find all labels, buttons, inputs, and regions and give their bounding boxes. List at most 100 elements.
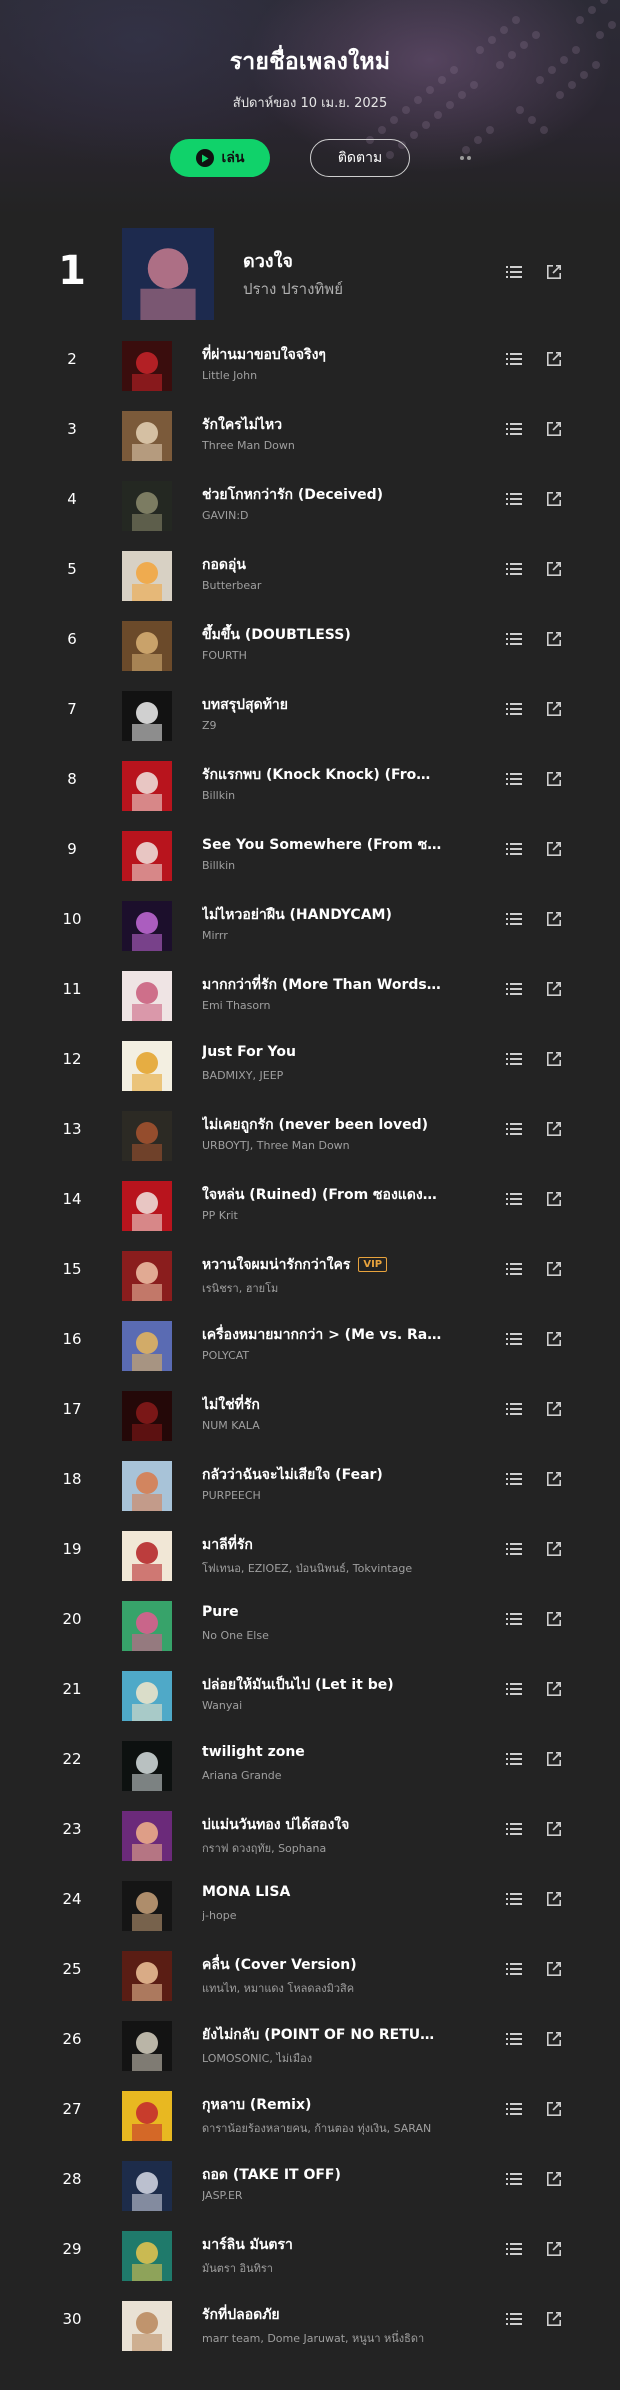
- album-cover[interactable]: [122, 1111, 172, 1161]
- track-row[interactable]: 25 คลื่น (Cover Version) แทนไท, หมาแดง โหล…: [0, 1934, 620, 2004]
- add-to-queue-icon[interactable]: [505, 980, 523, 998]
- external-open-icon[interactable]: [545, 840, 563, 858]
- track-title[interactable]: ถอด (TAKE IT OFF): [202, 2167, 341, 2183]
- track-row[interactable]: 5 กอดอุ่น Butterbear: [0, 534, 620, 604]
- album-cover[interactable]: [122, 551, 172, 601]
- track-artist[interactable]: Butterbear: [202, 579, 462, 592]
- track-title[interactable]: รักแรกพบ (Knock Knock) (From ...: [202, 767, 442, 783]
- external-open-icon[interactable]: [545, 2170, 563, 2188]
- track-row[interactable]: 20 Pure No One Else: [0, 1584, 620, 1654]
- track-row[interactable]: 21 ปล่อยให้มันเป็นไป (Let it be) Wanyai: [0, 1654, 620, 1724]
- external-open-icon[interactable]: [545, 350, 563, 368]
- add-to-queue-icon[interactable]: [505, 490, 523, 508]
- track-title[interactable]: รักที่ปลอดภัย: [202, 2307, 280, 2323]
- album-cover[interactable]: [122, 1671, 172, 1721]
- album-cover[interactable]: [122, 1251, 172, 1301]
- track-row[interactable]: 18 กลัวว่าฉันจะไม่เสียใจ (Fear) PURPEECH: [0, 1444, 620, 1514]
- add-to-queue-icon[interactable]: [505, 1050, 523, 1068]
- external-open-icon[interactable]: [545, 1960, 563, 1978]
- track-row[interactable]: 9 See You Somewhere (From ซองแ... Billkin: [0, 814, 620, 884]
- track-artist[interactable]: แทนไท, หมาแดง โหลดลงมิวสิค: [202, 1979, 462, 1997]
- track-row[interactable]: 14 ใจหล่น (Ruined) (From ซองแดงแ... PP Kri…: [0, 1164, 620, 1234]
- album-cover[interactable]: [122, 228, 214, 320]
- track-row[interactable]: 24 MONA LISA j-hope: [0, 1864, 620, 1934]
- track-row[interactable]: 2 ที่ผ่านมาขอบใจจริงๆ Little John: [0, 324, 620, 394]
- add-to-queue-icon[interactable]: [505, 910, 523, 928]
- add-to-queue-icon[interactable]: [505, 420, 523, 438]
- track-row[interactable]: 19 มาลีที่รัก โฟเทนอ, EZIOEZ, ป่อนนิพนธ์, …: [0, 1514, 620, 1584]
- track-title-line[interactable]: MONA LISA: [202, 1884, 442, 1900]
- follow-button[interactable]: ติดตาม: [310, 139, 410, 177]
- external-open-icon[interactable]: [545, 2100, 563, 2118]
- track-title[interactable]: MONA LISA: [202, 1884, 290, 1900]
- album-cover[interactable]: [122, 621, 172, 671]
- add-to-queue-icon[interactable]: [505, 1960, 523, 1978]
- external-open-icon[interactable]: [545, 980, 563, 998]
- track-row[interactable]: 8 รักแรกพบ (Knock Knock) (From ... Billkin: [0, 744, 620, 814]
- album-cover[interactable]: [122, 1601, 172, 1651]
- track-artist[interactable]: PP Krit: [202, 1209, 462, 1222]
- track-artist[interactable]: PURPEECH: [202, 1489, 462, 1502]
- track-artist[interactable]: No One Else: [202, 1629, 462, 1642]
- track-title[interactable]: กลัวว่าฉันจะไม่เสียใจ (Fear): [202, 1467, 383, 1483]
- album-cover[interactable]: [122, 341, 172, 391]
- track-title-line[interactable]: บ่แม่นวันทอง บ่ได้สองใจ: [202, 1814, 442, 1836]
- external-open-icon[interactable]: [545, 1190, 563, 1208]
- track-artist[interactable]: ดาราน้อยร้องหลายคน, ก้านตอง ทุ่งเงิน, SA…: [202, 2119, 462, 2137]
- track-artist[interactable]: ปราง ปรางทิพย์: [243, 277, 503, 301]
- album-cover[interactable]: [122, 1461, 172, 1511]
- album-cover[interactable]: [122, 1951, 172, 2001]
- external-open-icon[interactable]: [545, 2310, 563, 2328]
- track-row[interactable]: 4 ช่วยโกหกว่ารัก (Deceived) GAVIN:D: [0, 464, 620, 534]
- track-artist[interactable]: NUM KALA: [202, 1419, 462, 1432]
- track-title[interactable]: ปล่อยให้มันเป็นไป (Let it be): [202, 1677, 394, 1693]
- track-title-line[interactable]: มาร์ลิน มันตรา: [202, 2234, 442, 2256]
- track-title[interactable]: Pure: [202, 1604, 239, 1620]
- album-cover[interactable]: [122, 1321, 172, 1371]
- track-row[interactable]: 10 ไม่ไหวอย่าฝืน (HANDYCAM) Mirrr: [0, 884, 620, 954]
- track-title-line[interactable]: มากกว่าที่รัก (More Than Words) (...: [202, 974, 442, 996]
- add-to-queue-icon[interactable]: [505, 1680, 523, 1698]
- track-artist[interactable]: โฟเทนอ, EZIOEZ, ป่อนนิพนธ์, Tokvintage: [202, 1559, 462, 1577]
- track-title[interactable]: มาร์ลิน มันตรา: [202, 2237, 293, 2253]
- add-to-queue-icon[interactable]: [505, 1120, 523, 1138]
- add-to-queue-icon[interactable]: [505, 263, 523, 281]
- track-artist[interactable]: marr team, Dome Jaruwat, หนูนา หนึ่งธิดา: [202, 2329, 462, 2347]
- album-cover[interactable]: [122, 2161, 172, 2211]
- add-to-queue-icon[interactable]: [505, 350, 523, 368]
- track-title-line[interactable]: See You Somewhere (From ซองแ...: [202, 834, 442, 856]
- add-to-queue-icon[interactable]: [505, 1470, 523, 1488]
- album-cover[interactable]: [122, 761, 172, 811]
- track-row[interactable]: 3 รักใครไม่ไหว Three Man Down: [0, 394, 620, 464]
- track-title[interactable]: บทสรุปสุดท้าย: [202, 697, 288, 713]
- track-title[interactable]: ช่วยโกหกว่ารัก (Deceived): [202, 487, 383, 503]
- album-cover[interactable]: [122, 2091, 172, 2141]
- track-row[interactable]: 26 ยังไม่กลับ (POINT OF NO RETURN) LOMOSON…: [0, 2004, 620, 2074]
- track-title[interactable]: ที่ผ่านมาขอบใจจริงๆ: [202, 347, 326, 363]
- more-dots-icon[interactable]: [454, 149, 476, 167]
- track-artist[interactable]: Ariana Grande: [202, 1769, 462, 1782]
- track-title[interactable]: คลื่น (Cover Version): [202, 1957, 357, 1973]
- add-to-queue-icon[interactable]: [505, 1190, 523, 1208]
- track-title-line[interactable]: เครื่องหมายมากกว่า > (Me vs. Rain): [202, 1324, 442, 1346]
- add-to-queue-icon[interactable]: [505, 1610, 523, 1628]
- add-to-queue-icon[interactable]: [505, 560, 523, 578]
- album-cover[interactable]: [122, 831, 172, 881]
- album-cover[interactable]: [122, 1391, 172, 1441]
- album-cover[interactable]: [122, 1811, 172, 1861]
- add-to-queue-icon[interactable]: [505, 630, 523, 648]
- track-row[interactable]: 7 บทสรุปสุดท้าย Z9: [0, 674, 620, 744]
- external-open-icon[interactable]: [545, 263, 563, 281]
- track-title-line[interactable]: ดวงใจ: [243, 246, 483, 275]
- add-to-queue-icon[interactable]: [505, 2310, 523, 2328]
- track-title-line[interactable]: twilight zone: [202, 1744, 442, 1760]
- track-row[interactable]: 27 กุหลาบ (Remix) ดาราน้อยร้องหลายคน, ก้าน…: [0, 2074, 620, 2144]
- track-artist[interactable]: Wanyai: [202, 1699, 462, 1712]
- add-to-queue-icon[interactable]: [505, 2240, 523, 2258]
- track-title-line[interactable]: กลัวว่าฉันจะไม่เสียใจ (Fear): [202, 1464, 442, 1486]
- track-title[interactable]: ไม่เคยถูกรัก (never been loved): [202, 1117, 428, 1133]
- track-artist[interactable]: Billkin: [202, 789, 462, 802]
- track-title-line[interactable]: ขึ้มขึ้น (DOUBTLESS): [202, 624, 442, 646]
- add-to-queue-icon[interactable]: [505, 700, 523, 718]
- track-row[interactable]: 29 มาร์ลิน มันตรา มันตรา อินทิรา: [0, 2214, 620, 2284]
